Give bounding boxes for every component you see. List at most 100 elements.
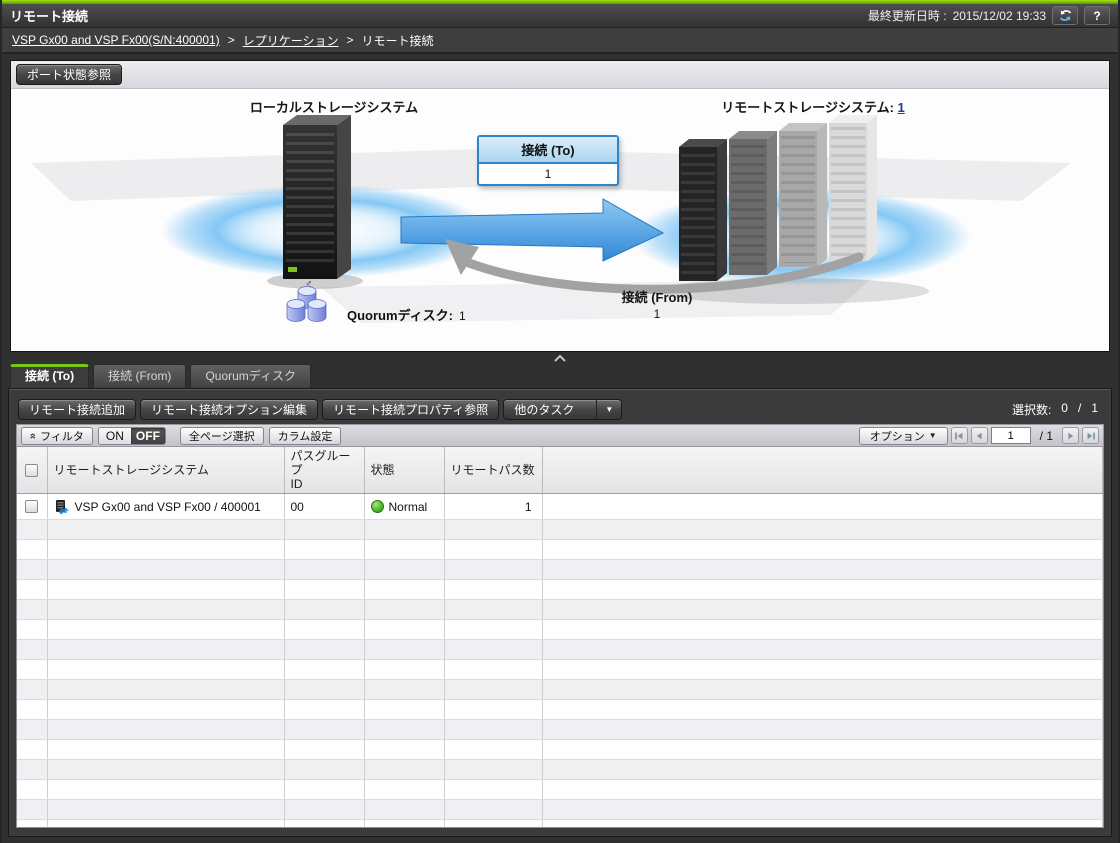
options-button[interactable]: オプション ▼ [859,427,948,445]
first-page-icon [953,430,965,442]
collapse-chevron-icon [553,355,567,363]
table-row-empty [17,820,1103,829]
column-settings-button[interactable]: カラム設定 [269,427,342,445]
table-row-empty [17,740,1103,760]
help-button[interactable]: ? [1084,6,1110,25]
title-bar: リモート接続 最終更新日時 : 2015/12/02 19:33 ? [2,4,1118,28]
table-row-empty [17,720,1103,740]
selection-separator: / [1078,401,1081,418]
page-total: / 1 [1034,429,1059,443]
connection-table-panel: リモート接続追加 リモート接続オプション編集 リモート接続プロパティ参照 他のタ… [8,388,1112,837]
prev-page-icon [973,430,985,442]
table-row-empty [17,680,1103,700]
connection-from-value: 1 [577,307,737,321]
other-tasks-button[interactable]: 他のタスク ▼ [503,399,622,420]
select-all-pages-button[interactable]: 全ページ選択 [180,427,264,445]
breadcrumb-separator: > [228,33,235,47]
selection-label: 選択数: [1012,401,1051,418]
connection-diagram: ローカルストレージシステム リモートストレージシステム: 1 接続 (To) 1… [11,89,1109,351]
connection-from-label: 接続 (From) [577,287,737,306]
table-header-row: リモートストレージシステム パスグループ ID 状態 リモートパス数 [17,447,1103,494]
selection-selected: 0 [1061,401,1068,418]
remote-system-label: リモートストレージシステム: 1 [683,97,943,116]
table-row-empty [17,700,1103,720]
pagination: オプション ▼ / 1 [859,427,1099,445]
pager-last-button[interactable] [1082,427,1099,444]
table-row[interactable]: VSP Gx00 and VSP Fx00 / 400001 00 Normal… [17,494,1103,520]
tab-quorum-disk[interactable]: Quorumディスク [190,364,311,388]
column-header-remote-paths[interactable]: リモートパス数 [444,447,542,494]
connection-to-box: 接続 (To) 1 [477,135,619,186]
next-page-icon [1065,430,1077,442]
refresh-button[interactable] [1052,6,1078,25]
filter-on-button[interactable]: ON [99,428,131,444]
breadcrumb-current-page: リモート接続 [361,32,433,49]
quorum-disk-label: Quorumディスク:1 [347,305,466,324]
last-updated-value: 2015/12/02 19:33 [953,9,1046,23]
selection-count: 選択数: 0 / 1 [1012,401,1102,418]
column-header-filler [542,447,1103,494]
table-row-empty [17,620,1103,640]
filter-on-off-toggle: ON OFF [98,427,166,445]
table-row-empty [17,660,1103,680]
breadcrumb-replication-link[interactable]: レプリケーション [243,32,339,49]
breadcrumb-storage-system-link[interactable]: VSP Gx00 and VSP Fx00(S/N:400001) [12,33,220,47]
last-page-icon [1085,430,1097,442]
cell-storage-system: VSP Gx00 and VSP Fx00 / 400001 [75,500,261,514]
add-remote-connection-button[interactable]: リモート接続追加 [18,399,136,420]
diagram-scene [11,89,1109,351]
remote-system-count-link[interactable]: 1 [898,100,905,115]
cell-status: Normal [389,500,428,514]
last-updated: 最終更新日時 : 2015/12/02 19:33 [868,7,1046,24]
edit-remote-connection-options-button[interactable]: リモート接続オプション編集 [140,399,318,420]
table-row-empty [17,580,1103,600]
port-status-button[interactable]: ポート状態参照 [16,64,122,85]
refresh-icon [1058,8,1073,23]
selection-total: 1 [1091,401,1098,418]
column-header-storage-system[interactable]: リモートストレージシステム [47,447,284,494]
column-header-status[interactable]: 状態 [364,447,444,494]
remote-connection-table: リモートストレージシステム パスグループ ID 状態 リモートパス数 [16,447,1104,828]
storage-system-icon [54,499,70,515]
connection-to-value: 1 [479,164,617,184]
table-row-empty [17,540,1103,560]
connection-diagram-panel: ポート状態参照 [10,60,1110,352]
quorum-disk-value: 1 [459,309,466,323]
table-row-empty [17,520,1103,540]
breadcrumb: VSP Gx00 and VSP Fx00(S/N:400001) > レプリケ… [2,28,1118,54]
page-number-input[interactable] [991,427,1031,444]
page-title: リモート接続 [10,6,88,25]
dropdown-arrow-icon: ▼ [596,400,621,419]
table-row-empty [17,760,1103,780]
view-remote-connection-properties-button[interactable]: リモート接続プロパティ参照 [322,399,499,420]
filter-bar: » フィルタ ON OFF 全ページ選択 カラム設定 オプション ▼ [16,424,1104,447]
cell-path-group-id: 00 [284,494,364,520]
filter-button[interactable]: » フィルタ [21,427,93,445]
help-icon: ? [1093,9,1100,23]
pager-next-button[interactable] [1062,427,1079,444]
row-checkbox[interactable] [25,500,38,513]
filter-off-button[interactable]: OFF [131,428,165,444]
table-row-empty [17,600,1103,620]
table-row-empty [17,560,1103,580]
table-row-empty [17,800,1103,820]
table-toolbar: リモート接続追加 リモート接続オプション編集 リモート接続プロパティ参照 他のタ… [16,395,1104,424]
pager-first-button[interactable] [951,427,968,444]
status-normal-icon [371,500,384,513]
column-header-path-group-id[interactable]: パスグループ ID [284,447,364,494]
filter-expand-icon: » [27,432,39,438]
cell-filler [542,494,1103,520]
tab-connection-to[interactable]: 接続 (To) [10,364,89,388]
tab-connection-from[interactable]: 接続 (From) [93,364,186,388]
remote-connection-window: リモート接続 最終更新日時 : 2015/12/02 19:33 ? VSP G… [0,0,1120,843]
pager-prev-button[interactable] [971,427,988,444]
last-updated-label: 最終更新日時 : [868,7,947,24]
select-all-checkbox[interactable] [25,464,38,477]
table-row-empty [17,640,1103,660]
connection-to-label: 接続 (To) [479,137,617,164]
diagram-toolbar: ポート状態参照 [11,61,1109,89]
dropdown-arrow-icon: ▼ [929,431,937,440]
local-system-label: ローカルストレージシステム [179,97,489,116]
cell-remote-path-count: 1 [444,494,542,520]
breadcrumb-separator: > [346,33,353,47]
